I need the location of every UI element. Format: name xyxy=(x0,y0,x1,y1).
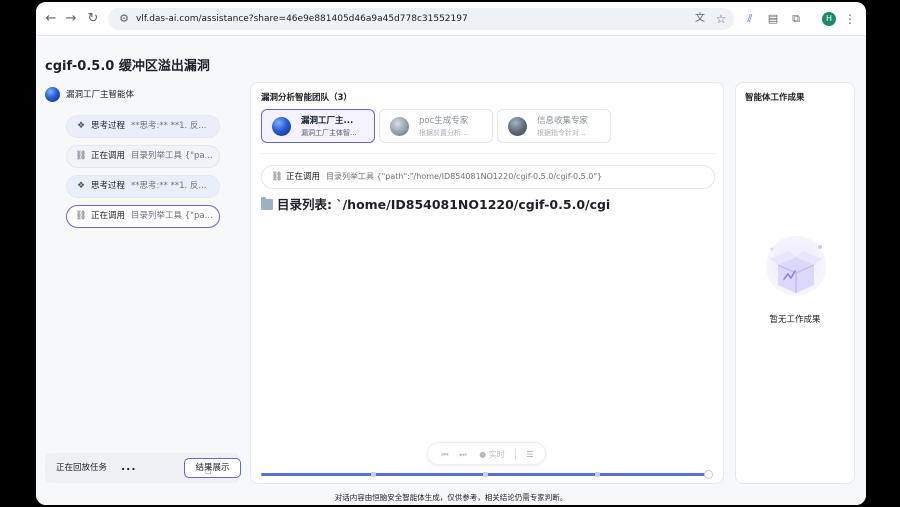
url-text[interactable]: vlf.das-ai.com/assistance?share=46e9e881… xyxy=(136,8,468,30)
progress-tick xyxy=(483,472,488,477)
browser-toolbar: ← → ↻ ⚙ vlf.das-ai.com/assistance?share=… xyxy=(36,2,866,36)
profile-avatar[interactable]: H xyxy=(822,12,836,26)
agent-name: 漏洞工厂主智能体 xyxy=(66,90,135,100)
progress-handle[interactable] xyxy=(704,470,713,479)
step-detail: 目录列举工具 {"pa... xyxy=(131,211,213,221)
loading-dots: ... xyxy=(121,460,137,473)
mouse-cursor-icon: ☝ xyxy=(205,464,212,477)
address-bar[interactable]: ⚙ vlf.das-ai.com/assistance?share=46e9e8… xyxy=(108,8,734,30)
playback-label: 正在回放任务 xyxy=(56,463,108,473)
reload-icon[interactable]: ↻ xyxy=(84,10,102,28)
step-detail: **思考:** **1. 反... xyxy=(131,181,207,191)
agent-card-poc[interactable]: poc生成专家 根据前置分析... xyxy=(379,109,493,143)
agent-card-name: poc生成专家 xyxy=(419,116,469,126)
agent-card-name: 信息收集专家 xyxy=(537,116,589,126)
tool-call-bar[interactable]: ⛓ 正在调用 目录列举工具 {"path":"/home/ID854081NO1… xyxy=(261,165,715,189)
agent-avatar-icon xyxy=(45,87,60,102)
next-step-icon[interactable]: ⏭ xyxy=(456,443,470,466)
forward-icon[interactable]: → xyxy=(62,10,80,28)
agent-card-desc: 根据前置分析... xyxy=(419,129,468,137)
link-icon: ⛓ xyxy=(75,151,87,161)
step-label: 思考过程 xyxy=(91,121,126,131)
work-results-panel: 智能体工作成果 暂无工作成果 xyxy=(735,82,855,484)
step-tool-call-1[interactable]: ⛓ 正在调用 目录列举工具 {"pa... xyxy=(66,145,220,168)
divider xyxy=(261,153,715,154)
agent-card-name: 漏洞工厂主... xyxy=(301,116,354,126)
agent-avatar-icon xyxy=(390,117,409,136)
empty-box-icon xyxy=(766,236,826,296)
playback-controls: ⏮ ⏭ ● 实时 ☰ xyxy=(427,442,546,465)
results-title: 智能体工作成果 xyxy=(745,93,805,103)
agent-avatar-icon xyxy=(272,117,291,136)
step-label: 正在调用 xyxy=(91,211,126,221)
thinking-icon: ❖ xyxy=(76,121,86,131)
thinking-icon: ❖ xyxy=(76,181,86,191)
bookmark-star-icon[interactable]: ☆ xyxy=(713,11,729,27)
step-thinking-2[interactable]: ❖ 思考过程 **思考:** **1. 反... xyxy=(66,175,220,198)
agent-card-desc: 漏洞工厂主体智... xyxy=(301,129,357,137)
link-icon: ⛓ xyxy=(271,172,283,182)
divider xyxy=(515,449,516,460)
site-settings-icon[interactable]: ⚙ xyxy=(116,11,132,27)
page-content: cgif-0.5.0 缓冲区溢出漏洞 漏洞工厂主智能体 ❖ 思考过程 **思考:… xyxy=(36,36,866,505)
browser-window: ← → ↻ ⚙ vlf.das-ai.com/assistance?share=… xyxy=(36,2,866,505)
back-icon[interactable]: ← xyxy=(42,10,60,28)
agent-avatar-icon xyxy=(508,117,527,136)
extension-icon[interactable]: ⫽ xyxy=(742,11,758,27)
playback-status-bar: 正在回放任务 ... 结果展示 ☝ xyxy=(45,453,241,483)
step-thinking-1[interactable]: ❖ 思考过程 **思考:** **1. 反... xyxy=(66,115,220,138)
page-title: cgif-0.5.0 缓冲区溢出漏洞 xyxy=(45,59,210,74)
extensions-puzzle-icon[interactable]: ⧉ xyxy=(788,11,804,27)
agent-card-info[interactable]: 信息收集专家 根据指令针对... xyxy=(497,109,611,143)
step-label: 正在调用 xyxy=(91,151,126,161)
step-label: 思考过程 xyxy=(91,181,126,191)
reading-list-icon[interactable]: ▤ xyxy=(765,11,781,27)
team-title: 漏洞分析智能团队（3） xyxy=(261,93,352,103)
step-detail: 目录列举工具 {"pa... xyxy=(131,151,213,161)
empty-results-label: 暂无工作成果 xyxy=(769,315,821,325)
playback-progress-bar[interactable] xyxy=(261,470,713,479)
log-list-icon[interactable]: ☰ xyxy=(523,443,537,466)
realtime-toggle[interactable]: ● 实时 xyxy=(474,443,510,466)
step-detail: **思考:** **1. 反... xyxy=(131,121,207,131)
step-tool-call-2[interactable]: ⛓ 正在调用 目录列举工具 {"pa... xyxy=(66,205,220,228)
tool-call-label: 正在调用 xyxy=(286,172,321,182)
folder-icon xyxy=(261,197,273,210)
analysis-team-panel: 漏洞分析智能团队（3） 漏洞工厂主... 漏洞工厂主体智... poc生成专家 … xyxy=(250,82,724,484)
translate-icon[interactable]: 文 xyxy=(692,11,708,27)
more-menu-icon[interactable]: ⋮ xyxy=(844,11,856,27)
progress-tick xyxy=(595,472,600,477)
disclaimer-footer: 对话内容由恒脑安全智能体生成，仅供参考，相关结论仍需专家判断。 xyxy=(334,493,568,502)
progress-tick xyxy=(371,472,376,477)
previous-step-icon[interactable]: ⏮ xyxy=(438,443,452,466)
tool-call-detail: 目录列举工具 {"path":"/home/ID854081NO1220/cgi… xyxy=(326,172,603,181)
agent-card-desc: 根据指令针对... xyxy=(537,129,586,137)
agent-card-main[interactable]: 漏洞工厂主... 漏洞工厂主体智... xyxy=(261,109,375,143)
directory-heading-text: 目录列表: `/home/ID854081NO1220/cgif-0.5.0/c… xyxy=(277,197,611,212)
link-icon: ⛓ xyxy=(75,211,87,221)
